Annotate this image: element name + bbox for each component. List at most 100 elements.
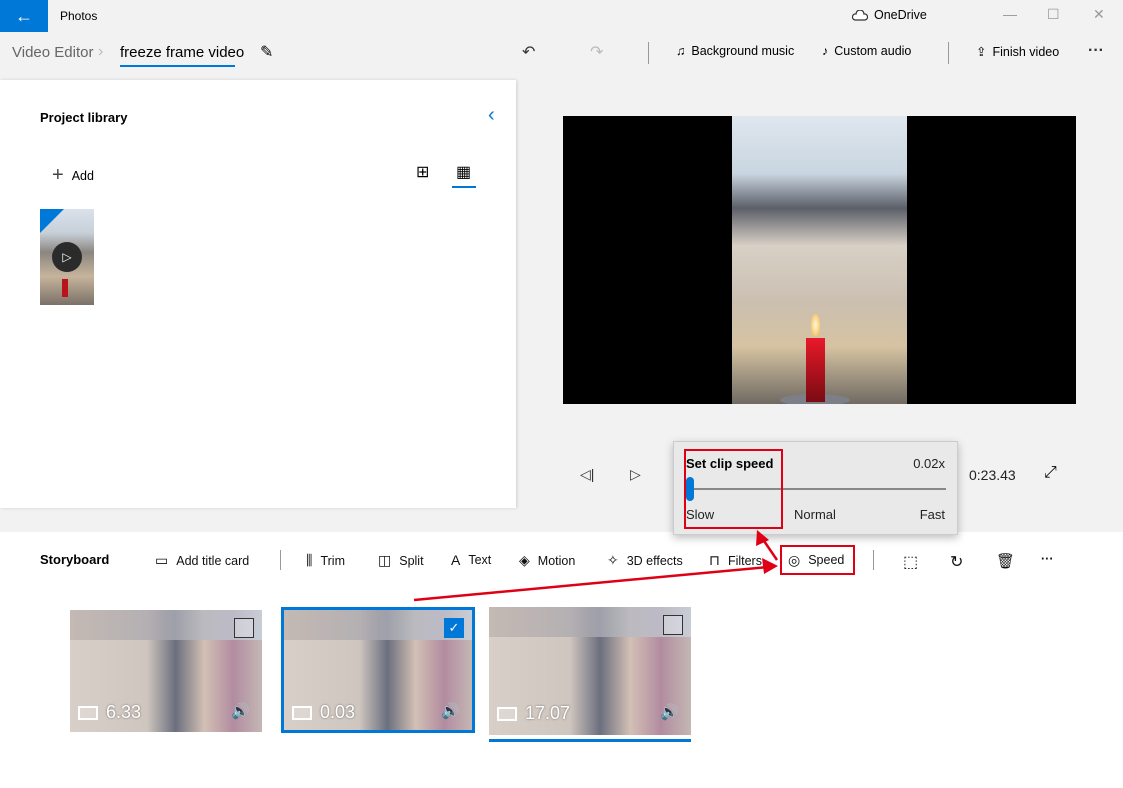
split-label: Split bbox=[399, 553, 424, 568]
speed-value: 0.02x bbox=[913, 456, 945, 471]
title-card-icon: ▭ bbox=[155, 552, 169, 568]
motion-button[interactable]: ◈ Motion bbox=[519, 552, 575, 569]
speedometer-icon: ◎ bbox=[788, 551, 801, 568]
background-music-label: Background music bbox=[691, 44, 795, 58]
grid-large-icon: ⊞ bbox=[416, 164, 430, 181]
background-music-button[interactable]: ♫ Background music bbox=[676, 44, 794, 58]
clip-duration: 17.07 bbox=[497, 703, 570, 724]
text-button[interactable]: A Text bbox=[451, 552, 491, 568]
rename-button[interactable]: ✎ bbox=[260, 42, 273, 62]
storyboard-divider bbox=[873, 550, 874, 570]
back-button[interactable]: ← bbox=[0, 0, 48, 32]
3d-effects-label: 3D effects bbox=[626, 553, 683, 568]
chevron-left-icon: ‹ bbox=[488, 104, 495, 126]
collapse-library-button[interactable]: ‹ bbox=[488, 104, 495, 127]
filters-label: Filters bbox=[727, 553, 762, 568]
clip-duration: 0.03 bbox=[292, 702, 355, 723]
clip-checkbox[interactable]: ✓ bbox=[444, 618, 464, 638]
onedrive-button[interactable]: OneDrive bbox=[852, 8, 927, 22]
play-icon: ▷ bbox=[52, 242, 82, 272]
play-button[interactable]: ▷ bbox=[630, 466, 641, 483]
text-label: Text bbox=[468, 553, 492, 567]
film-icon bbox=[497, 706, 517, 721]
finish-video-label: Finish video bbox=[992, 44, 1060, 59]
resize-button[interactable]: ⬚ bbox=[903, 552, 918, 572]
undo-button[interactable]: ↶ bbox=[522, 42, 535, 62]
added-corner-marker bbox=[40, 209, 64, 233]
film-icon bbox=[78, 705, 98, 720]
pencil-icon: ✎ bbox=[260, 44, 274, 61]
custom-audio-label: Custom audio bbox=[834, 44, 912, 58]
volume-icon[interactable]: 🔊 bbox=[660, 703, 679, 721]
trim-icon: ⫼ bbox=[306, 552, 313, 568]
expand-icon: ⤢ bbox=[1044, 464, 1057, 481]
speed-label: Speed bbox=[808, 553, 845, 567]
more-options-button[interactable]: ··· bbox=[1088, 42, 1104, 60]
delete-button[interactable]: 🗑 bbox=[996, 552, 1015, 570]
maximize-button[interactable]: ☐ bbox=[1047, 6, 1060, 23]
storyboard-clip[interactable]: ✓ 0.03 🔊 bbox=[284, 610, 472, 730]
motion-label: Motion bbox=[537, 553, 576, 568]
add-title-card-button[interactable]: ▭ Add title card bbox=[155, 552, 249, 569]
close-button[interactable]: ✕ bbox=[1093, 6, 1105, 23]
3d-effects-icon: ✧ bbox=[607, 552, 619, 568]
breadcrumb-video-editor[interactable]: Video Editor bbox=[12, 44, 93, 61]
annotation-highlight-box bbox=[684, 449, 783, 529]
clip-checkbox[interactable] bbox=[663, 615, 683, 635]
fullscreen-button[interactable]: ⤢ bbox=[1044, 464, 1057, 482]
volume-icon[interactable]: 🔊 bbox=[231, 702, 250, 720]
storyboard-clip[interactable]: 6.33 🔊 bbox=[70, 610, 262, 732]
library-video-thumbnail[interactable]: ▷ bbox=[40, 209, 94, 305]
storyboard-clip[interactable]: 17.07 🔊 bbox=[489, 607, 691, 735]
custom-audio-button[interactable]: ♪ Custom audio bbox=[822, 44, 911, 58]
storyboard-more-button[interactable]: ··· bbox=[1041, 552, 1054, 566]
motion-icon: ◈ bbox=[519, 552, 530, 568]
rotate-icon: ↻ bbox=[950, 554, 964, 571]
trim-button[interactable]: ⫼ Trim bbox=[306, 552, 345, 569]
storyboard-title: Storyboard bbox=[40, 552, 110, 567]
redo-button[interactable]: ↷ bbox=[590, 42, 603, 62]
filters-icon: ⊓ bbox=[709, 552, 720, 568]
active-view-indicator bbox=[452, 186, 476, 188]
split-button[interactable]: ◫ Split bbox=[378, 552, 424, 569]
clip-duration-value: 17.07 bbox=[525, 703, 571, 723]
current-clip-indicator bbox=[489, 739, 691, 742]
share-icon: ⇪ bbox=[976, 45, 987, 59]
total-time: 0:23.43 bbox=[969, 467, 1016, 483]
finish-video-button[interactable]: ⇪ Finish video bbox=[976, 44, 1060, 60]
grid-small-icon: ▦ bbox=[456, 164, 472, 181]
trim-label: Trim bbox=[320, 553, 345, 568]
cloud-icon bbox=[852, 9, 868, 21]
speed-label-fast: Fast bbox=[919, 507, 945, 522]
toolbar-divider bbox=[648, 42, 649, 64]
add-button[interactable]: + Add bbox=[52, 164, 94, 187]
clip-checkbox[interactable] bbox=[234, 618, 254, 638]
candle-flame bbox=[811, 314, 820, 336]
previous-frame-button[interactable]: ◁| bbox=[580, 466, 594, 483]
speed-label-normal: Normal bbox=[794, 507, 836, 522]
onedrive-label: OneDrive bbox=[874, 8, 927, 22]
large-grid-view-button[interactable]: ⊞ bbox=[416, 162, 429, 182]
project-name-underline bbox=[120, 65, 235, 67]
more-icon: ··· bbox=[1041, 552, 1054, 566]
preview-frame-image bbox=[732, 116, 907, 404]
video-preview[interactable] bbox=[563, 116, 1076, 404]
small-grid-view-button[interactable]: ▦ bbox=[456, 162, 471, 182]
storyboard-divider bbox=[280, 550, 281, 570]
checkmark-icon: ✓ bbox=[448, 620, 460, 635]
trash-icon: 🗑 bbox=[996, 553, 1016, 570]
rotate-button[interactable]: ↻ bbox=[950, 552, 963, 572]
3d-effects-button[interactable]: ✧ 3D effects bbox=[607, 552, 683, 569]
project-name[interactable]: freeze frame video bbox=[120, 44, 244, 61]
speed-button[interactable]: ◎ Speed bbox=[780, 545, 855, 575]
film-icon bbox=[292, 705, 312, 720]
clip-duration-value: 0.03 bbox=[320, 702, 356, 722]
clip-duration-value: 6.33 bbox=[106, 702, 142, 722]
minimize-button[interactable]: — bbox=[1003, 6, 1017, 22]
volume-icon[interactable]: 🔊 bbox=[441, 702, 460, 720]
music-note-icon: ♫ bbox=[676, 44, 686, 58]
toolbar-divider bbox=[948, 42, 949, 64]
chevron-right-icon: › bbox=[98, 43, 104, 60]
filters-button[interactable]: ⊓ Filters bbox=[709, 552, 762, 569]
clip-duration: 6.33 bbox=[78, 702, 141, 723]
